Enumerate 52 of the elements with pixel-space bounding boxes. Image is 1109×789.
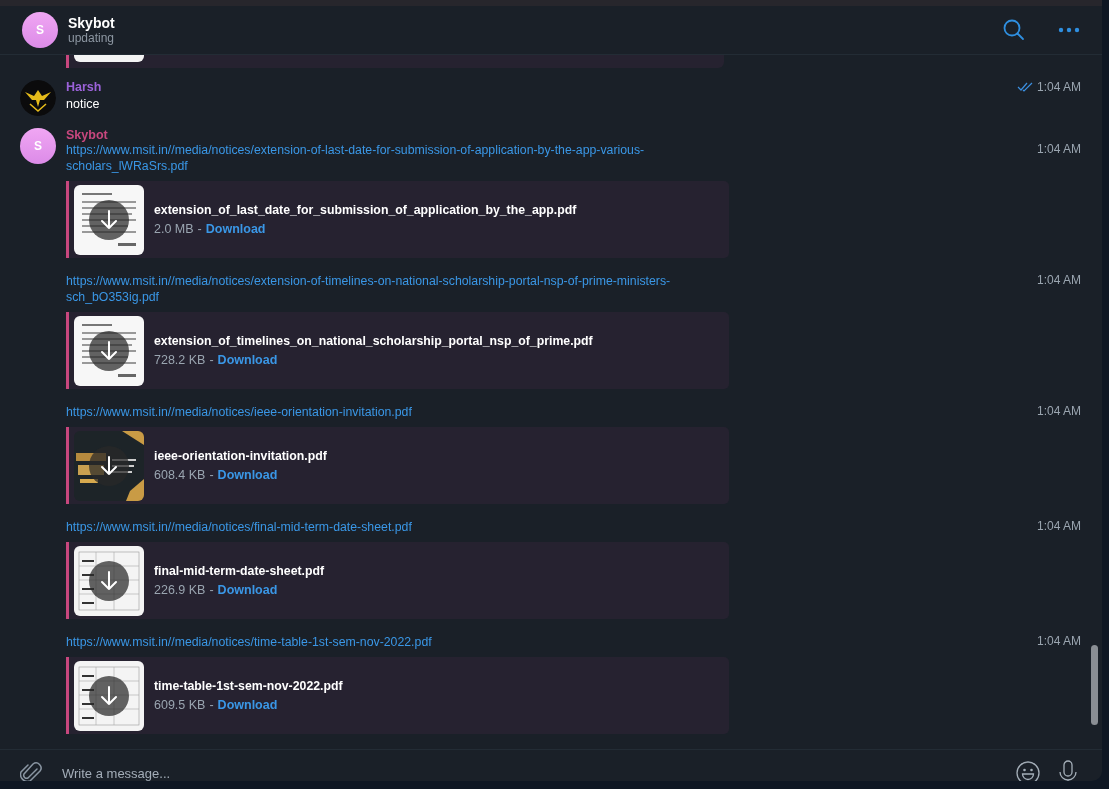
download-icon[interactable] [89,199,129,240]
sender-name: Harsh [66,80,102,94]
file-name: extension_of_timelines_on_national_scholarship_portal_nsp_of_prime.pdf [154,334,593,348]
download-link[interactable]: Download [217,583,278,597]
message-time: 1:04 AM [1036,634,1081,648]
download-link[interactable]: Download [205,222,266,236]
message-text: notice [66,97,101,111]
message-time: 1:04 AM [1036,80,1081,94]
chat-title: Skybot [68,15,116,31]
avatar-icon: S [20,128,56,164]
file-name: extension_of_last_date_for_submission_of_application_by_the_app.pdf [154,203,577,217]
more-icon[interactable] [1058,27,1080,33]
separator-text: - [209,583,214,597]
separator-text: - [209,353,214,367]
chat-status: updating [68,31,116,45]
bird-emblem-icon [20,80,56,116]
file-size: 608.4 KB [154,468,206,482]
download-icon[interactable] [89,445,129,486]
download-link[interactable]: Download [217,698,278,712]
avatar-icon: S [22,12,58,48]
download-icon[interactable] [89,330,129,371]
notice-link[interactable]: https://www.msit.in//media/notices/extension-of-last-date-for-submission-of-application-by-the-app-various-scholars_lWRaSrs.pdf [66,142,706,174]
file-card[interactable] [66,55,724,68]
file-name: time-table-1st-sem-nov-2022.pdf [154,679,343,693]
download-link[interactable]: Download [217,468,278,482]
message-input[interactable]: Write a message... [60,764,998,781]
search-icon[interactable] [1002,18,1026,42]
message-time: 1:04 AM [1036,404,1081,418]
download-icon[interactable] [89,675,129,716]
message-time: 1:04 AM [1036,142,1081,156]
file-name: final-mid-term-date-sheet.pdf [154,564,325,578]
file-size: 728.2 KB [154,353,206,367]
separator-text: - [209,468,214,482]
scrollbar-thumb[interactable] [1091,645,1098,725]
message-time: 1:04 AM [1036,519,1081,533]
download-icon[interactable] [89,560,129,601]
file-size: 226.9 KB [154,583,206,597]
message-time: 1:04 AM [1036,273,1081,287]
file-name: ieee-orientation-invitation.pdf [154,449,327,463]
microphone-icon[interactable] [1058,760,1078,781]
download-link[interactable]: Download [217,353,278,367]
attach-icon[interactable] [20,760,42,781]
file-size: 2.0 MB [154,222,194,236]
separator-text: - [197,222,202,236]
notice-link[interactable]: https://www.msit.in//media/notices/final-mid-term-date-sheet.pdf [66,519,706,535]
notice-link[interactable]: https://www.msit.in//media/notices/extension-of-timelines-on-national-scholarship-portal-nsp-of-prime-ministers-sch_bO353ig.pdf [66,273,706,305]
notice-link[interactable]: https://www.msit.in//media/notices/ieee-orientation-invitation.pdf [66,404,706,420]
sender-name: Skybot [66,128,108,142]
emoji-icon[interactable] [1016,761,1040,781]
notice-link[interactable]: https://www.msit.in//media/notices/time-table-1st-sem-nov-2022.pdf [66,634,706,650]
file-size: 609.5 KB [154,698,206,712]
separator-text: - [209,698,214,712]
